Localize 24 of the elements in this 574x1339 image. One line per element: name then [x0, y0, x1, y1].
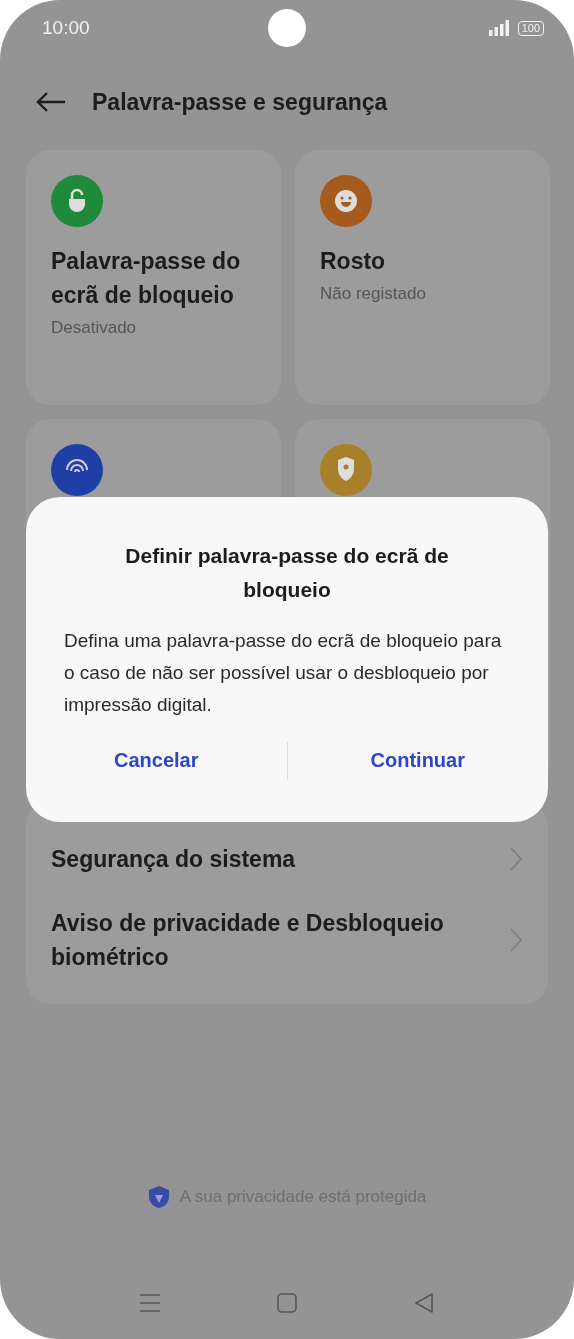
page-title: Palavra-passe e segurança: [92, 88, 388, 116]
camera-hole: [268, 9, 306, 47]
tile-title: Rosto: [320, 247, 387, 276]
back-arrow-icon[interactable]: [36, 91, 66, 113]
tile-title: Palavra-passe do ecrã de bloqueio: [51, 247, 241, 310]
dialog-title: Definir palavra-passe do ecrã de bloqueio: [124, 543, 450, 603]
settings-row[interactable]: Aviso de privacidade e Desbloqueio biométrico: [26, 896, 548, 984]
status-time: 10:00: [42, 17, 90, 39]
tile-status: Não registado: [320, 284, 426, 304]
dialog-message: Defina uma palavra-passe do ecrã de bloqueio para o caso de não ser possível usar o desbloqueio por impressão digital.: [64, 629, 503, 717]
menu-icon[interactable]: [140, 1293, 160, 1313]
security-tile[interactable]: Rosto Não registado: [295, 150, 550, 405]
shield-icon: [147, 1185, 170, 1209]
continue-button[interactable]: Continuar: [287, 741, 548, 780]
battery-indicator: 100: [517, 20, 544, 36]
security-tile[interactable]: Palavra-passe do ecrã de bloqueio Desativado: [26, 150, 281, 405]
tile-status: Desativado: [51, 318, 137, 338]
settings-row[interactable]: Segurança do sistema: [26, 822, 548, 896]
chevron-icon: [510, 847, 522, 871]
chevron-icon: [510, 928, 522, 952]
cancel-button[interactable]: Cancelar: [26, 741, 287, 780]
back-icon[interactable]: [414, 1293, 434, 1313]
home-icon[interactable]: [277, 1293, 297, 1313]
signal-icon: [487, 20, 510, 36]
